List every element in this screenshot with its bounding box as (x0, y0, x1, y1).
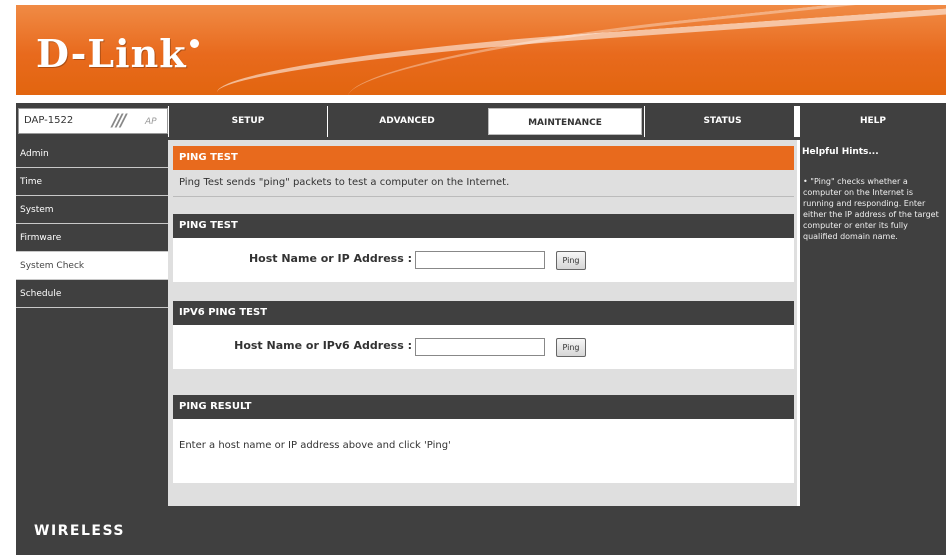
tab-maintenance[interactable]: MAINTENANCE (486, 106, 644, 137)
ping-test-section: PING TEST Host Name or IP Address : Ping (173, 214, 794, 282)
ping-result-message: Enter a host name or IP address above an… (179, 440, 451, 451)
ping-test-intro-section: PING TEST Ping Test sends "ping" packets… (173, 146, 794, 197)
ipv6-ping-button[interactable]: Ping (556, 338, 586, 357)
ping-button[interactable]: Ping (556, 251, 586, 270)
ipv6-ping-test-section: IPV6 PING TEST Host Name or IPv6 Address… (173, 301, 794, 369)
ipv6-host-row: Host Name or IPv6 Address : Ping (173, 325, 794, 369)
ipv6-host-label: Host Name or IPv6 Address : (234, 339, 412, 352)
main-content: PING TEST Ping Test sends "ping" packets… (168, 140, 797, 506)
model-type-label: AP (145, 117, 157, 127)
help-panel: Helpful Hints... • "Ping" checks whether… (800, 140, 946, 506)
tab-status[interactable]: STATUS (644, 106, 800, 137)
slashes-icon: /// (112, 111, 127, 131)
left-sidebar: Admin Time System Firmware System Check … (16, 140, 168, 506)
ipv6-host-input[interactable] (415, 338, 545, 356)
sidebar-item-time[interactable]: Time (16, 168, 168, 196)
tab-advanced[interactable]: ADVANCED (327, 106, 486, 137)
section-description: Ping Test sends "ping" packets to test a… (173, 170, 794, 197)
sidebar-item-system-check[interactable]: System Check (16, 252, 168, 280)
tab-help[interactable]: HELP (794, 106, 946, 137)
sidebar-item-system[interactable]: System (16, 196, 168, 224)
sidebar-item-firmware[interactable]: Firmware (16, 224, 168, 252)
section-title: IPV6 PING TEST (173, 301, 794, 325)
section-title: PING TEST (173, 214, 794, 238)
model-name: DAP-1522 (24, 115, 74, 126)
ping-result-section: PING RESULT Enter a host name or IP addr… (173, 395, 794, 483)
help-text: • "Ping" checks whether a computer on th… (803, 177, 939, 241)
tab-setup[interactable]: SETUP (168, 106, 327, 137)
header-banner: D-Link (16, 5, 946, 95)
logo-dot-icon (190, 39, 199, 48)
model-badge: DAP-1522 /// AP (18, 108, 168, 134)
footer-bar: WIRELESS (16, 506, 946, 555)
top-navigation: DAP-1522 /// AP SETUP ADVANCED MAINTENAN… (16, 103, 946, 140)
host-input[interactable] (415, 251, 545, 269)
sidebar-item-admin[interactable]: Admin (16, 140, 168, 168)
dlink-logo: D-Link (36, 31, 187, 76)
wireless-label: WIRELESS (34, 523, 126, 539)
host-label: Host Name or IP Address : (248, 252, 412, 265)
section-title: PING RESULT (173, 395, 794, 419)
banner-swoosh-decoration (214, 6, 946, 95)
sidebar-item-schedule[interactable]: Schedule (16, 280, 168, 308)
help-title: Helpful Hints... (802, 147, 879, 157)
router-admin-page: D-Link DAP-1522 /// AP SETUP ADVANCED MA… (0, 0, 947, 555)
host-row: Host Name or IP Address : Ping (173, 238, 794, 282)
section-title: PING TEST (173, 146, 794, 170)
